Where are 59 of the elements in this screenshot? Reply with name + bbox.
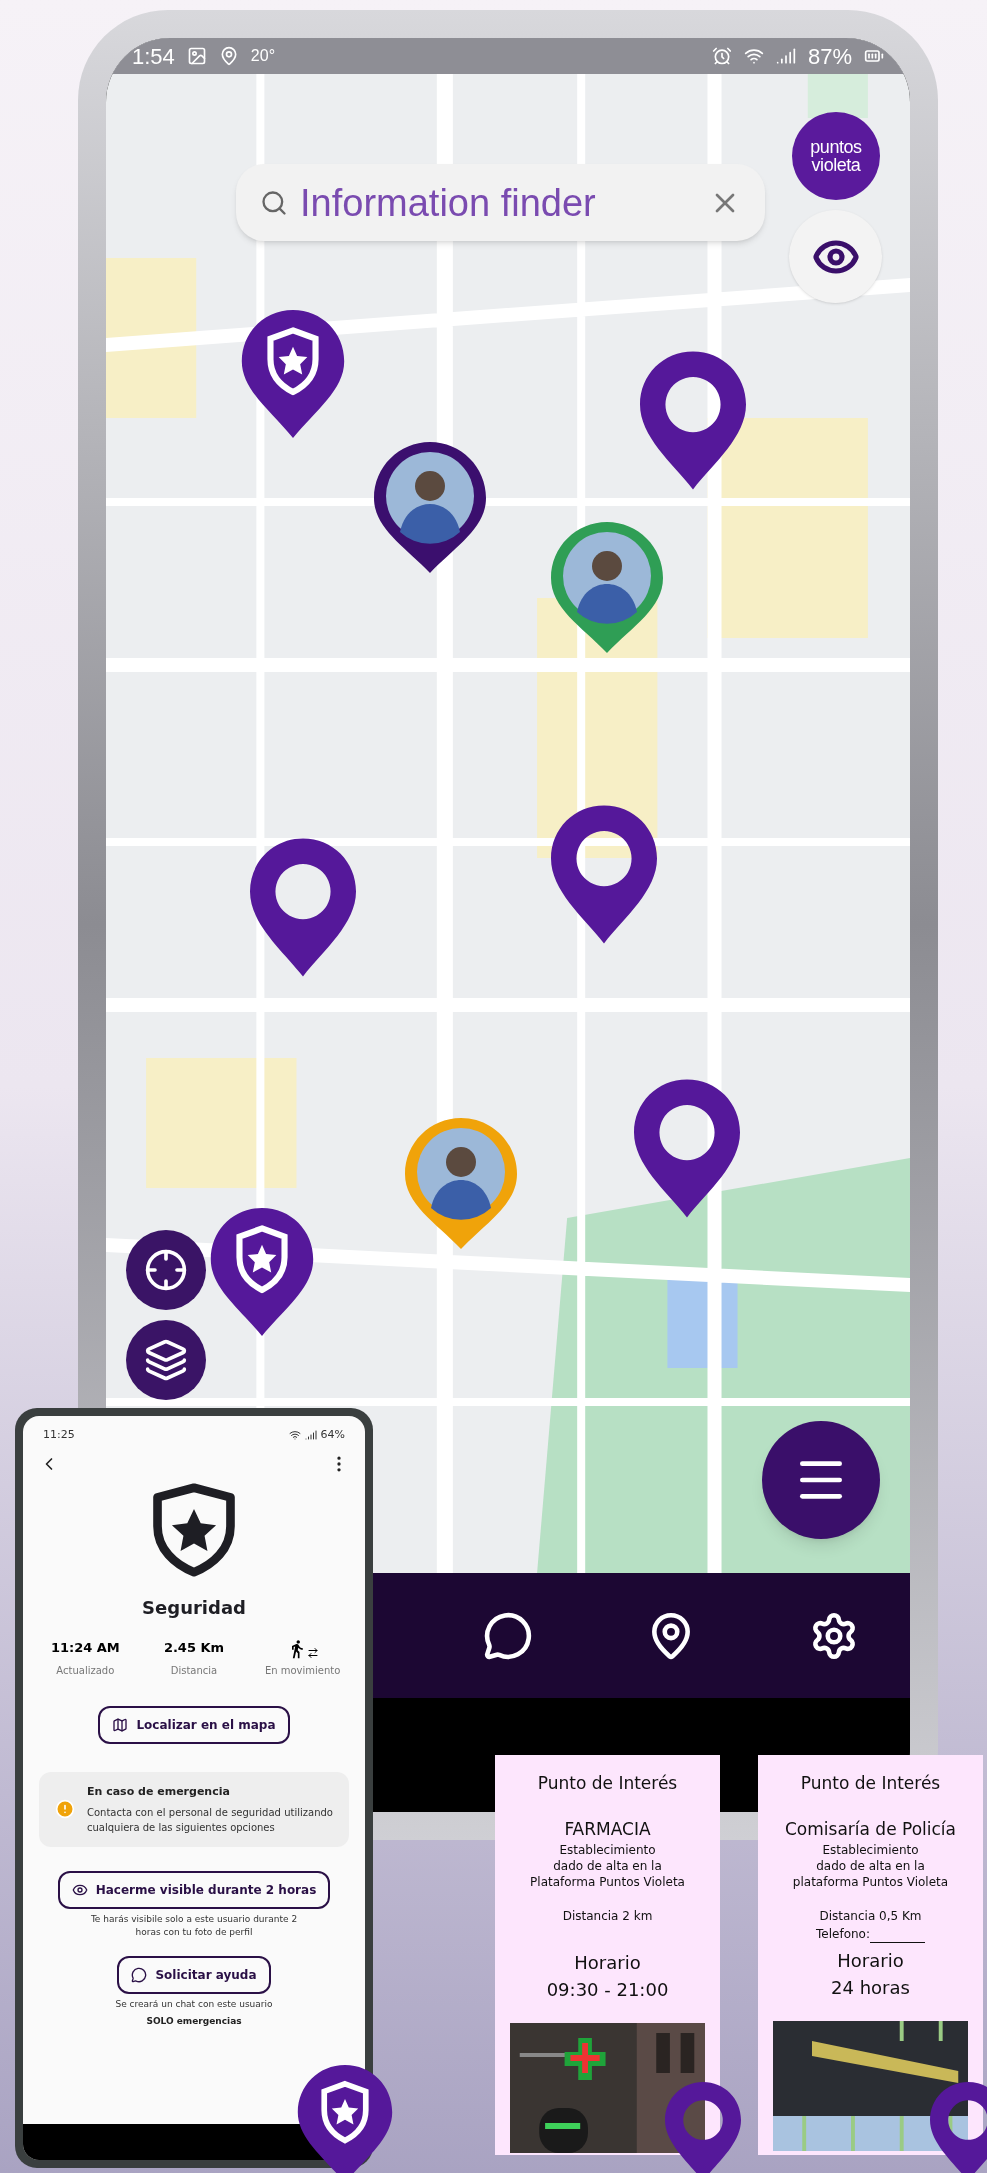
user-avatar-marker[interactable] [551,522,663,653]
stat-label: Actualizado [56,1664,115,1678]
emergency-text: Contacta con el personal de seguridad utilizando cualquiera de las siguientes opciones [87,1805,333,1835]
card-hours: 09:30 - 21:00 [546,1977,669,2002]
map-icon [112,1717,129,1733]
logo-text: puntos [810,138,862,156]
search-overlay-title: Information finder [300,183,597,222]
wifi-icon [288,1429,301,1441]
layers-icon [144,1338,188,1382]
card-hours-title: Horario [837,1948,904,1973]
chat-nav-icon[interactable] [483,1610,533,1661]
action-note: Se creará un chat con este usuario [115,1997,273,2011]
signal-icon [775,46,796,66]
card-distance: Distancia 0,5 Km [819,1907,922,1925]
map-pin-icon[interactable] [640,351,746,490]
visibility-button[interactable]: Hacerme visible durante 2 horas [57,1870,331,1909]
locate-on-map-button[interactable]: Localizar en el mapa [98,1706,290,1744]
police-marker-icon[interactable] [297,2065,393,2173]
card-header: Punto de Interés [537,1772,678,1795]
warning-icon [55,1799,75,1820]
search-icon [260,188,288,217]
card-phone-label: Telefono: [816,1925,870,1943]
police-marker-icon[interactable] [210,1208,314,1336]
card-description: Establecimiento dado de alta en la Plataforma Puntos Violeta [530,1842,685,1891]
card-description: Establecimiento dado de alta en la plataforma Puntos Violeta [792,1842,949,1891]
request-help-button[interactable]: Solicitar ayuda [117,1955,271,1994]
status-time: 1:54 [132,42,175,71]
battery-level: 64% [320,1426,345,1443]
status-time: 11:25 [43,1426,75,1443]
status-temperature: 20° [250,46,276,66]
emergency-title: En caso de emergencia [87,1784,231,1800]
image-icon [186,46,207,66]
stat-label: Distancia [170,1664,218,1678]
card-name: Comisaría de Policía [785,1817,956,1841]
map-pin-icon[interactable] [634,1079,740,1218]
stat-label: En movimiento [264,1664,341,1678]
chat-icon [131,1966,148,1983]
logo-text: violeta [811,156,861,174]
card-distance: Distancia 2 km [562,1907,653,1925]
map-pin-icon[interactable] [250,838,356,977]
detail-title: Seguridad [142,1596,246,1620]
stat-value: 11:24 AM [50,1639,120,1658]
map-pin-icon[interactable] [665,2082,741,2173]
search-field[interactable]: Information finder [236,164,765,241]
map-pin-icon[interactable] [551,805,657,944]
alarm-icon [711,46,732,66]
action-note: Te harás visibile solo a este usuario durante 2 horas con tu foto de perfil [89,1912,299,1939]
card-name: FARMACIA [564,1817,651,1841]
crosshair-icon [144,1248,188,1292]
user-avatar-marker[interactable] [405,1118,517,1249]
battery-level: 87% [807,42,852,71]
action-note-strong: SOLO emergencias [146,2015,242,2028]
stat-value: 2.45 Km [163,1639,225,1658]
card-header: Punto de Interés [800,1772,941,1795]
card-hours-title: Horario [574,1950,641,1975]
card-hours: 24 horas [831,1975,910,2000]
police-marker-icon[interactable] [241,310,345,438]
user-avatar-marker[interactable] [374,442,486,573]
wifi-icon [743,46,764,66]
